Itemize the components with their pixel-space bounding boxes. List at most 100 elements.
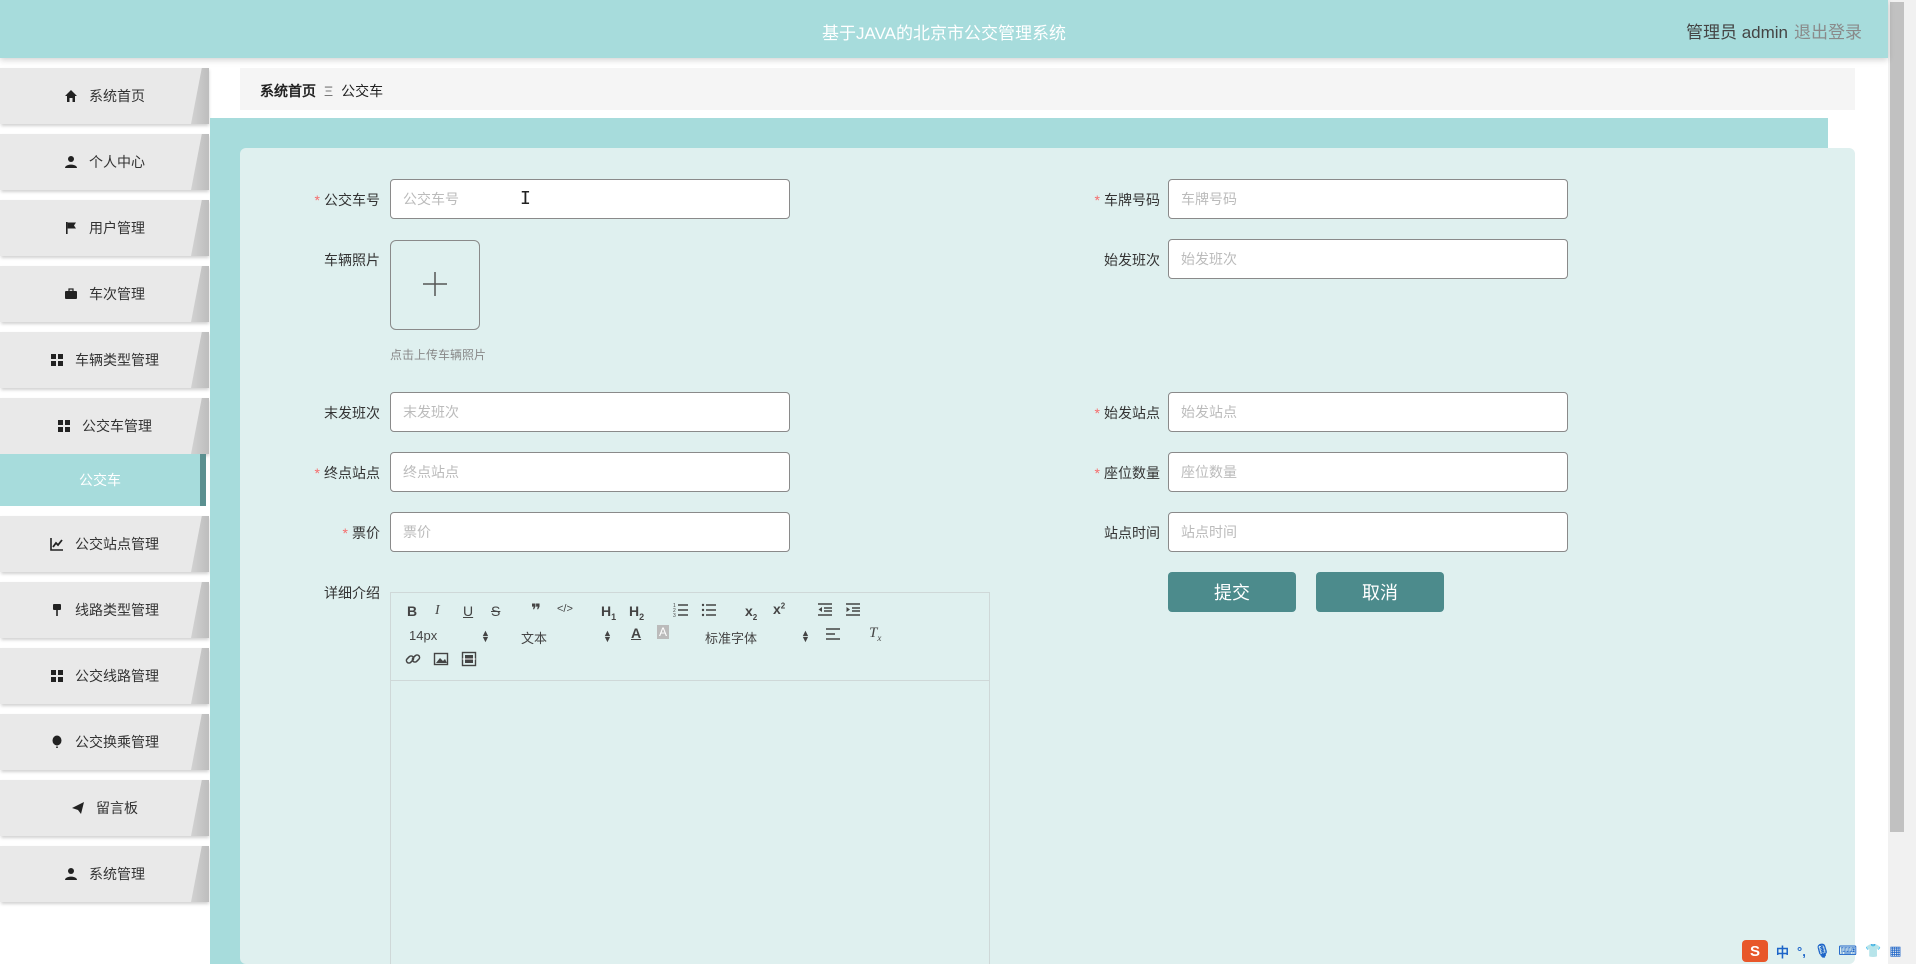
font-color-icon[interactable]: A [631, 625, 641, 641]
user-icon [63, 866, 79, 882]
seats-label: * 座位数量 [1094, 465, 1160, 481]
grid-icon [56, 418, 72, 434]
sidebar-item-label: 系统首页 [89, 88, 145, 104]
plate-input[interactable] [1168, 179, 1568, 219]
heading2-icon[interactable]: H2 [629, 603, 644, 622]
blockquote-icon[interactable]: ❞ [531, 601, 541, 621]
align-icon[interactable] [825, 627, 841, 644]
top-header: 基于JAVA的北京市公交管理系统 管理员 admin 退出登录 [0, 0, 1888, 58]
italic-icon[interactable]: I [435, 603, 440, 619]
breadcrumb: 系统首页 Ξ 公交车 [260, 81, 383, 101]
ordered-list-icon[interactable]: 123 [673, 601, 689, 620]
cancel-button[interactable]: 取消 [1316, 572, 1444, 612]
detail-label: 详细介绍 [324, 585, 380, 601]
user-icon [63, 154, 79, 170]
heading1-icon[interactable]: H1 [601, 603, 616, 622]
required-marker: * [342, 525, 348, 541]
video-icon[interactable] [461, 651, 477, 670]
indent-icon[interactable] [845, 601, 861, 620]
sidebar-item-system[interactable]: 系统管理 [0, 846, 208, 902]
stop-time-input[interactable] [1168, 512, 1568, 552]
sidebar-item-users[interactable]: 用户管理 [0, 200, 208, 256]
chart-icon [49, 536, 65, 552]
punctuation-icon[interactable]: °, [1797, 944, 1806, 959]
image-icon[interactable] [433, 651, 449, 670]
sidebar-item-buses[interactable]: 公交车管理 [0, 398, 208, 454]
sidebar-item-home[interactable]: 系统首页 [0, 68, 208, 124]
origin-input[interactable] [1168, 392, 1568, 432]
sidebar-item-route-types[interactable]: 线路类型管理 [0, 582, 208, 638]
sidebar-item-messages[interactable]: 留言板 [0, 780, 208, 836]
block-type-select[interactable]: 文本 ▲ ▼ [521, 628, 612, 647]
clear-format-icon[interactable]: Tx [869, 625, 881, 643]
breadcrumb-separator: Ξ [324, 83, 334, 99]
bus-no-input[interactable] [390, 179, 790, 219]
send-icon [70, 800, 86, 816]
microphone-icon[interactable]: 🎙 [1814, 943, 1831, 959]
sidebar-item-transfers[interactable]: 公交换乘管理 [0, 714, 208, 770]
apps-grid-icon[interactable]: ▦ [1889, 943, 1901, 959]
sidebar-item-label: 公交换乘管理 [75, 734, 159, 750]
svg-text:3: 3 [673, 613, 676, 617]
sidebar-item-routes[interactable]: 公交线路管理 [0, 648, 208, 704]
seats-input[interactable] [1168, 452, 1568, 492]
sidebar-item-stations[interactable]: 公交站点管理 [0, 516, 208, 572]
subscript-icon[interactable]: x2 [745, 603, 757, 622]
sidebar-item-label: 线路类型管理 [75, 602, 159, 618]
fare-input[interactable] [390, 512, 790, 552]
balloon-icon [49, 734, 65, 750]
required-marker: * [314, 465, 320, 481]
editor-content-area[interactable] [391, 681, 989, 965]
page-scrollbar[interactable] [1888, 0, 1916, 964]
bold-icon[interactable]: B [407, 603, 417, 619]
sidebar-item-label: 留言板 [96, 800, 138, 816]
scrollbar-thumb[interactable] [1890, 2, 1904, 832]
terminal-input[interactable] [390, 452, 790, 492]
superscript-icon[interactable]: x2 [773, 601, 785, 617]
bus-no-label: * 公交车号 [314, 192, 380, 208]
current-user-label: 管理员 admin [1685, 23, 1788, 42]
sidebar-item-profile[interactable]: 个人中心 [0, 134, 208, 190]
ime-toolbar[interactable]: S 中 °, 🎙 ⌨ 👕 ▦ [1742, 940, 1902, 962]
outdent-icon[interactable] [817, 601, 833, 620]
last-shift-label: 末发班次 [324, 405, 380, 421]
sidebar-item-label: 车辆类型管理 [75, 352, 159, 368]
breadcrumb-bar: 系统首页 Ξ 公交车 [240, 68, 1855, 110]
link-icon[interactable] [405, 651, 421, 670]
sogou-logo-icon: S [1742, 940, 1768, 962]
breadcrumb-home[interactable]: 系统首页 [260, 83, 316, 99]
photo-label: 车辆照片 [324, 252, 380, 268]
font-family-select[interactable]: 标准字体 ▲ ▼ [705, 628, 810, 647]
stop-time-label: 站点时间 [1104, 525, 1160, 541]
underline-icon[interactable]: U [463, 603, 473, 619]
required-marker: * [1094, 465, 1100, 481]
strikethrough-icon[interactable]: S [491, 603, 500, 619]
skin-icon[interactable]: 👕 [1865, 943, 1881, 959]
breadcrumb-current: 公交车 [341, 83, 384, 99]
sidebar-item-label: 车次管理 [89, 286, 145, 302]
bullet-list-icon[interactable] [701, 601, 717, 620]
sidebar-item-label: 公交车管理 [82, 418, 152, 434]
submit-button[interactable]: 提交 [1168, 572, 1296, 612]
sidebar-subitem-bus[interactable]: 公交车 [0, 454, 206, 506]
last-shift-input[interactable] [390, 392, 790, 432]
sidebar-item-label: 系统管理 [89, 866, 145, 882]
plate-label: * 车牌号码 [1094, 192, 1160, 208]
sidebar-item-label: 公交线路管理 [75, 668, 159, 684]
first-shift-input[interactable] [1168, 239, 1568, 279]
grid-icon [49, 352, 65, 368]
sidebar-item-label: 用户管理 [89, 220, 145, 236]
upload-tip: 点击上传车辆照片 [390, 348, 487, 362]
font-size-select[interactable]: 14px ▲ ▼ [409, 628, 490, 644]
logout-link[interactable]: 退出登录 [1794, 18, 1862, 43]
photo-upload-button[interactable] [390, 240, 480, 330]
sidebar-item-vehicle-types[interactable]: 车辆类型管理 [0, 332, 208, 388]
ime-mode-indicator[interactable]: 中 [1776, 942, 1789, 961]
code-icon[interactable]: </> [557, 603, 573, 615]
keyboard-icon[interactable]: ⌨ [1838, 943, 1857, 959]
sidebar-item-trips[interactable]: 车次管理 [0, 266, 208, 322]
first-shift-label: 始发班次 [1104, 252, 1160, 268]
editor-toolbar: B I U S ❞ </> H1 H2 123 x2 x2 14px ▲ ▼ 文本 ▲… [391, 593, 989, 681]
background-color-icon[interactable]: A [657, 625, 670, 639]
app-title: 基于JAVA的北京市公交管理系统 [822, 24, 1066, 43]
